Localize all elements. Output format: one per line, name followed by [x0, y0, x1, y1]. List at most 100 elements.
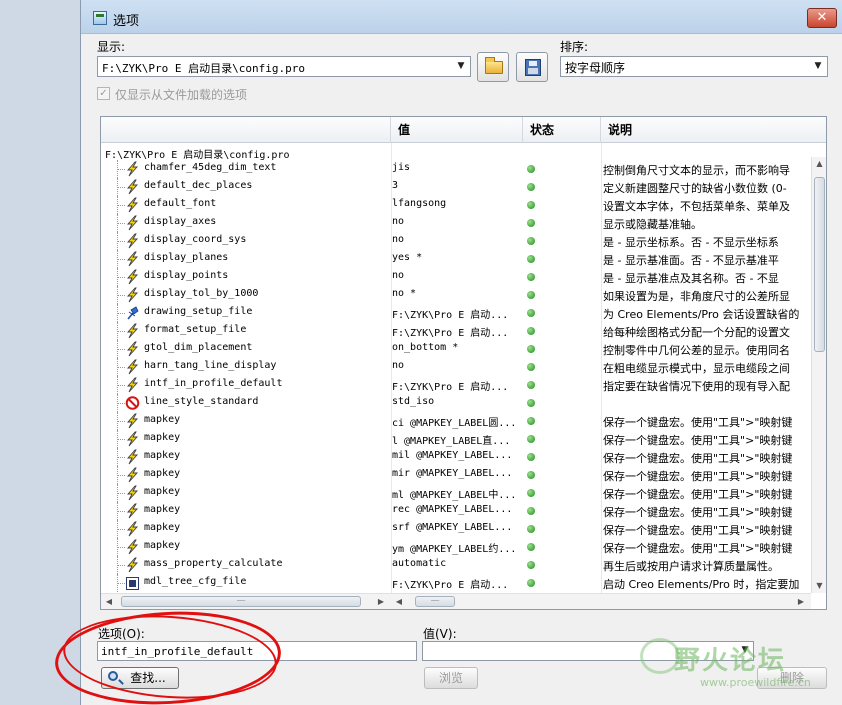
table-row[interactable]: mapkey rec @MAPKEY_LABEL... 保存一个键盘宏。使用"工具"…: [101, 502, 811, 520]
status-dot-icon: [527, 453, 535, 461]
lightning-icon: [125, 485, 140, 501]
status-dot-icon: [527, 471, 535, 479]
option-name: mapkey: [144, 486, 181, 497]
sort-combo[interactable]: 按字母顺序 ▼: [560, 56, 828, 77]
table-row[interactable]: line_style_standard std_iso: [101, 394, 811, 412]
scroll-left-icon[interactable]: ◀: [103, 595, 115, 609]
lightning-icon: [125, 161, 140, 177]
header-desc[interactable]: 说明: [601, 117, 826, 143]
scroll-right-icon[interactable]: ▶: [795, 595, 807, 609]
option-name: mapkey: [144, 468, 181, 479]
name-scroll-thumb[interactable]: ┈┈: [121, 596, 361, 607]
chevron-down-icon[interactable]: ▼: [812, 60, 824, 73]
option-description: 保存一个键盘宏。使用"工具">"映射键: [603, 542, 793, 555]
table-row[interactable]: display_points no 是 - 显示基准点及其名称。否 - 不显: [101, 268, 811, 286]
save-file-button[interactable]: [516, 52, 548, 82]
table-row[interactable]: gtol_dim_placement on_bottom * 控制零件中几何公差的显…: [101, 340, 811, 358]
option-name: default_dec_places: [144, 180, 253, 191]
option-description: 保存一个键盘宏。使用"工具">"映射键: [603, 488, 793, 501]
option-value: no: [392, 360, 405, 371]
option-value: mir @MAPKEY_LABEL...: [392, 468, 513, 479]
option-value: F:\ZYK\Pro E 启动...: [392, 580, 509, 591]
table-row[interactable]: chamfer_45deg_dim_text jis 控制倒角尺寸文本的显示，而不影…: [101, 160, 811, 178]
table-row[interactable]: mapkey ci @MAPKEY_LABEL圆... 保存一个键盘宏。使用"工具"…: [101, 412, 811, 430]
option-description: 显示或隐藏基准轴。: [603, 218, 702, 231]
no-entry-icon: [125, 395, 140, 411]
status-dot-icon: [527, 363, 535, 371]
status-dot-icon: [527, 579, 535, 587]
open-file-button[interactable]: [477, 52, 509, 82]
scroll-down-icon[interactable]: ▼: [812, 579, 826, 593]
status-dot-icon: [527, 489, 535, 497]
status-dot-icon: [527, 183, 535, 191]
vertical-scrollbar[interactable]: ▲ ▼: [811, 157, 826, 593]
tree-guide-line: [117, 385, 125, 386]
option-value: on_bottom *: [392, 342, 459, 353]
lightning-icon: [125, 503, 140, 519]
option-value: yes *: [392, 252, 423, 263]
value-scroll-thumb[interactable]: ┈┈: [415, 596, 455, 607]
table-row[interactable]: display_planes yes * 是 - 显示基准面。否 - 不显示基准平: [101, 250, 811, 268]
browse-button[interactable]: 浏览: [424, 667, 478, 689]
table-row[interactable]: mapkey srf @MAPKEY_LABEL... 保存一个键盘宏。使用"工具"…: [101, 520, 811, 538]
option-name: display_axes: [144, 216, 217, 227]
tree-guide-line: [117, 295, 125, 296]
tree-guide-line: [117, 529, 125, 530]
lightning-icon: [125, 287, 140, 303]
status-dot-icon: [527, 435, 535, 443]
tree-guide-line: [117, 313, 125, 314]
option-name: chamfer_45deg_dim_text: [144, 162, 277, 173]
table-row[interactable]: default_dec_places 3 定义新建圆整尺寸的缺省小数位数 (0-: [101, 178, 811, 196]
table-row[interactable]: mapkey mir @MAPKEY_LABEL... 保存一个键盘宏。使用"工具"…: [101, 466, 811, 484]
option-description: 设置文本字体，不包括菜单条、菜单及: [603, 200, 790, 213]
table-row[interactable]: mapkey ml @MAPKEY_LABEL中... 保存一个键盘宏。使用"工具"…: [101, 484, 811, 502]
table-row[interactable]: format_setup_file F:\ZYK\Pro E 启动... 给每种绘图…: [101, 322, 811, 340]
table-row[interactable]: drawing_setup_file F:\ZYK\Pro E 启动... 为 Cr…: [101, 304, 811, 322]
header-name[interactable]: [101, 117, 391, 143]
vertical-scroll-thumb[interactable]: [814, 177, 825, 352]
header-value[interactable]: 值: [391, 117, 523, 143]
tree-root[interactable]: F:\ZYK\Pro E 启动目录\config.pro: [105, 146, 290, 161]
header-state[interactable]: 状态: [523, 117, 601, 143]
table-row[interactable]: mdl_tree_cfg_file F:\ZYK\Pro E 启动... 启动 Cr…: [101, 574, 811, 592]
option-value: no: [392, 234, 405, 245]
table-row[interactable]: display_axes no 显示或隐藏基准轴。: [101, 214, 811, 232]
scroll-left-icon[interactable]: ◀: [393, 595, 405, 609]
tree-guide-line: [117, 349, 125, 350]
pin-icon: [125, 305, 140, 321]
lightning-icon: [125, 233, 140, 249]
only-loaded-checkbox[interactable]: ✓: [97, 87, 110, 100]
display-file-combo[interactable]: F:\ZYK\Pro E 启动目录\config.pro ▼: [97, 56, 471, 77]
close-button[interactable]: ✕: [807, 8, 837, 28]
tree-guide-line: [117, 331, 125, 332]
table-row[interactable]: mass_property_calculate automatic 再生后或按用户请…: [101, 556, 811, 574]
status-dot-icon: [527, 345, 535, 353]
table-row[interactable]: mapkey ym @MAPKEY_LABEL约... 保存一个键盘宏。使用"工具"…: [101, 538, 811, 556]
table-row[interactable]: mapkey l @MAPKEY_LABEL直... 保存一个键盘宏。使用"工具">…: [101, 430, 811, 448]
table-row[interactable]: harn_tang_line_display no 在粗电缆显示模式中，显示电缆段之…: [101, 358, 811, 376]
table-row[interactable]: display_coord_sys no 是 - 显示坐标系。否 - 不显示坐标系: [101, 232, 811, 250]
option-name: intf_in_profile_default: [144, 378, 283, 389]
tree-guide-line: [117, 583, 125, 584]
scroll-right-icon[interactable]: ▶: [375, 595, 387, 609]
option-description: 在粗电缆显示模式中，显示电缆段之间: [603, 362, 790, 375]
option-description: 保存一个键盘宏。使用"工具">"映射键: [603, 470, 793, 483]
sort-label: 排序:: [560, 40, 589, 54]
lightning-icon: [125, 269, 140, 285]
tree-guide-line: [117, 421, 125, 422]
option-name: harn_tang_line_display: [144, 360, 277, 371]
tree-guide-line: [117, 259, 125, 260]
name-horizontal-scrollbar[interactable]: ◀ ┈┈ ▶: [101, 593, 391, 609]
table-row[interactable]: intf_in_profile_default F:\ZYK\Pro E 启动..…: [101, 376, 811, 394]
only-loaded-label: 仅显示从文件加载的选项: [115, 88, 248, 102]
table-row[interactable]: mapkey mil @MAPKEY_LABEL... 保存一个键盘宏。使用"工具"…: [101, 448, 811, 466]
scroll-up-icon[interactable]: ▲: [812, 157, 826, 171]
option-description: 是 - 显示基准点及其名称。否 - 不显: [603, 272, 779, 285]
value-horizontal-scrollbar[interactable]: ◀ ┈┈ ▶: [391, 593, 811, 609]
table-row[interactable]: display_tol_by_1000 no * 如果设置为是，非角度尺寸的公差所显: [101, 286, 811, 304]
table-row[interactable]: default_font lfangsong 设置文本字体，不包括菜单条、菜单及: [101, 196, 811, 214]
option-value: no: [392, 216, 405, 227]
option-description: 保存一个键盘宏。使用"工具">"映射键: [603, 434, 793, 447]
option-value: F:\ZYK\Pro E 启动...: [392, 328, 509, 339]
chevron-down-icon[interactable]: ▼: [455, 60, 467, 73]
